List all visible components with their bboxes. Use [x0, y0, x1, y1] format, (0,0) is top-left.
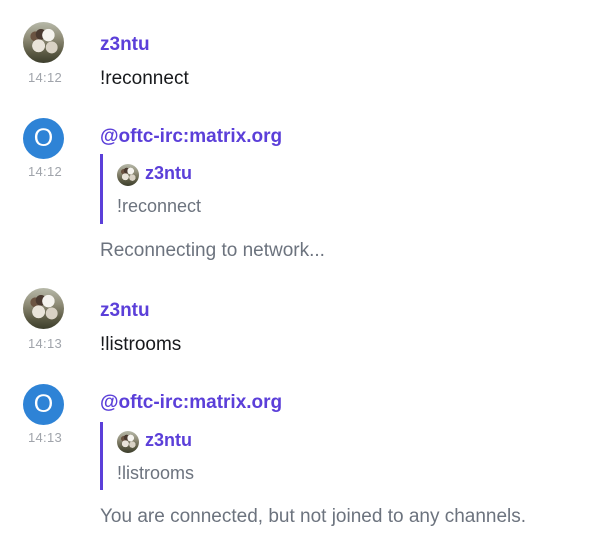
- message-timeline: 14:12 z3ntu !reconnect O 14:12 @oftc-irc…: [0, 0, 600, 555]
- notice-body: You are connected, but not joined to any…: [100, 506, 527, 527]
- user-avatar[interactable]: [23, 288, 64, 329]
- user-avatar[interactable]: O: [23, 384, 64, 425]
- sender-name[interactable]: z3ntu: [100, 34, 150, 56]
- sender-name[interactable]: @oftc-irc:matrix.org: [100, 392, 282, 414]
- message-event: O 14:12 @oftc-irc:matrix.org z3ntu !reco…: [0, 118, 600, 268]
- reply-quote[interactable]: z3ntu !listrooms: [100, 422, 523, 490]
- user-avatar[interactable]: [23, 22, 64, 63]
- message-event: 14:12 z3ntu !reconnect: [0, 22, 600, 102]
- notice-body: Reconnecting to network...: [100, 240, 325, 261]
- reply-body: !listrooms: [117, 463, 195, 483]
- reply-sender-name[interactable]: z3ntu: [145, 430, 192, 451]
- reply-avatar: [117, 164, 139, 186]
- timestamp: 14:13: [27, 336, 63, 351]
- user-avatar[interactable]: O: [23, 118, 64, 159]
- message-event: O 14:13 @oftc-irc:matrix.org z3ntu !list…: [0, 384, 600, 544]
- timestamp: 14:12: [27, 164, 63, 179]
- sender-name[interactable]: z3ntu: [100, 300, 150, 322]
- message-body: !listrooms: [100, 334, 182, 355]
- sender-name[interactable]: @oftc-irc:matrix.org: [100, 126, 282, 148]
- timestamp: 14:13: [27, 430, 63, 445]
- reply-quote[interactable]: z3ntu !reconnect: [100, 154, 523, 224]
- message-event: 14:13 z3ntu !listrooms: [0, 288, 600, 368]
- reply-sender-name[interactable]: z3ntu: [145, 163, 192, 184]
- reply-avatar: [117, 431, 139, 453]
- reply-body: !reconnect: [117, 196, 202, 216]
- timestamp: 14:12: [27, 70, 63, 85]
- message-body: !reconnect: [100, 68, 189, 89]
